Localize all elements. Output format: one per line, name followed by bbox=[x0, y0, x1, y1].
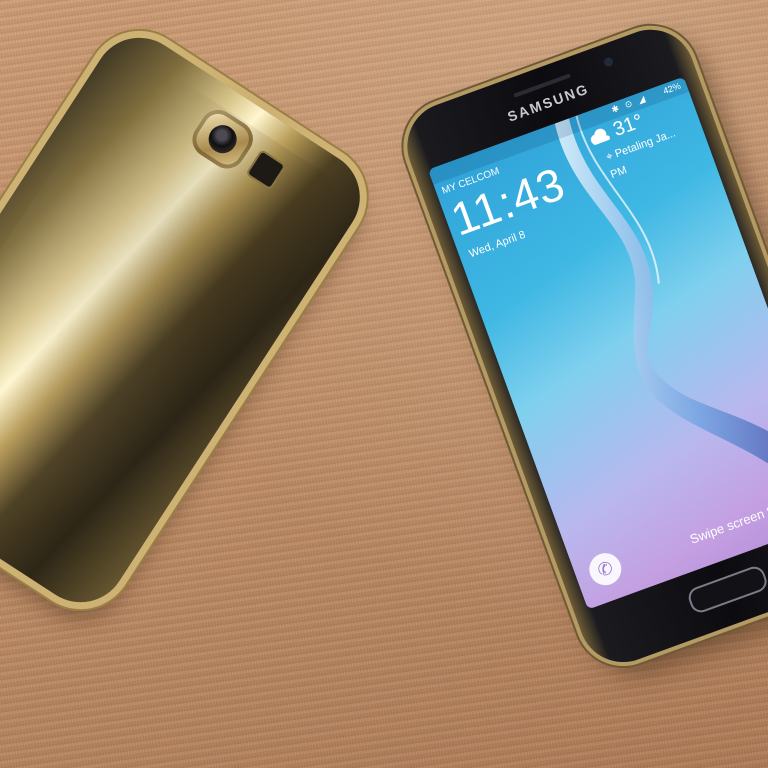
front-camera bbox=[602, 56, 615, 68]
photo-scene: SAMSUNG ✱ ⊙ ◢ 42% MY CELCOM 11:43 PM Wed… bbox=[0, 0, 768, 768]
battery-level: 42% bbox=[661, 80, 683, 97]
home-button[interactable] bbox=[685, 563, 768, 616]
phone-icon[interactable]: ✆ bbox=[584, 548, 626, 590]
camera-lens-icon bbox=[203, 119, 243, 159]
